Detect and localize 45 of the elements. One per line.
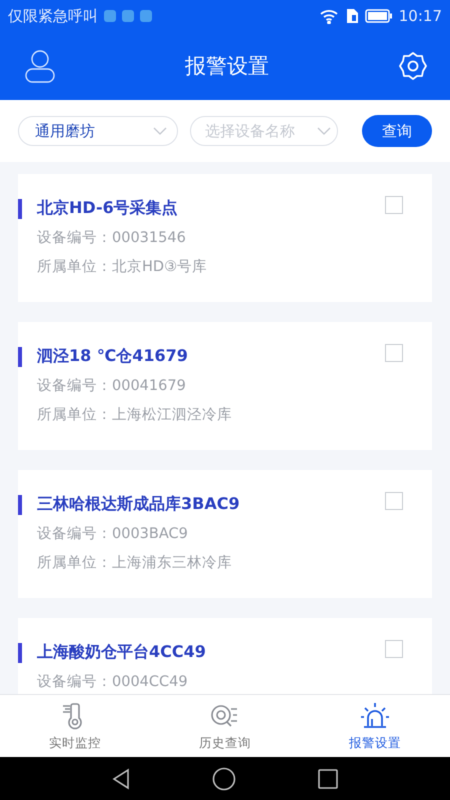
notification-icon: [140, 10, 152, 22]
device-name: 三林哈根达斯成品库3BAC9: [37, 494, 240, 515]
checkbox[interactable]: [385, 640, 403, 658]
checkbox[interactable]: [385, 492, 403, 510]
device-card[interactable]: 三林哈根达斯成品库3BAC9 设备编号：0003BAC9 所属单位：上海浦东三林冷库: [18, 470, 432, 598]
sim-card-icon: [344, 8, 359, 24]
device-card[interactable]: 泗泾18 ℃仓41679 设备编号：00041679 所属单位：上海松江泗泾冷库: [18, 322, 432, 450]
device-name: 北京HD-6号采集点: [37, 198, 178, 219]
clock-text: 10:17: [398, 7, 442, 25]
device-name: 泗泾18 ℃仓41679: [37, 346, 188, 367]
accent-bar: [18, 346, 22, 366]
settings-icon[interactable]: [398, 51, 428, 81]
chevron-down-icon: [317, 127, 331, 135]
query-button[interactable]: 查询: [362, 115, 432, 147]
device-detail: 设备编号：0004CC49: [37, 673, 189, 692]
device-card[interactable]: 北京HD-6号采集点 设备编号：00031546 所属单位：北京HD③号库: [18, 174, 432, 302]
category-dropdown[interactable]: 通用磨坊: [18, 116, 178, 146]
home-icon[interactable]: [212, 766, 236, 790]
device-detail: 所属单位：上海松江泗泾冷库: [37, 406, 233, 425]
checkbox[interactable]: [385, 196, 403, 214]
notification-icon: [104, 10, 116, 22]
carrier-text: 仅限紧急呼叫: [8, 6, 98, 26]
accent-bar: [18, 494, 22, 514]
checkbox[interactable]: [385, 344, 403, 362]
battery-icon: [364, 9, 393, 23]
recents-icon[interactable]: [317, 768, 340, 790]
device-detail: 设备编号：0003BAC9: [37, 525, 189, 544]
chevron-down-icon: [153, 127, 167, 135]
back-icon[interactable]: [110, 768, 131, 790]
accent-bar: [18, 198, 22, 218]
device-detail: 所属单位：上海浦东三林冷库: [37, 554, 233, 573]
accent-bar: [18, 642, 22, 662]
wifi-icon: [318, 8, 339, 24]
device-detail: 设备编号：00041679: [37, 377, 187, 396]
device-detail: 设备编号：00031546: [37, 229, 187, 248]
page-title: 报警设置: [185, 53, 269, 80]
device-card[interactable]: 上海酸奶仓平台4CC49 设备编号：0004CC49: [18, 618, 432, 694]
user-icon[interactable]: [24, 49, 56, 83]
device-detail: 所属单位：北京HD③号库: [37, 258, 208, 277]
alarm-light-icon: [359, 700, 391, 730]
tab[interactable]: 报警设置: [300, 695, 450, 757]
tab[interactable]: 历史查询: [150, 695, 300, 757]
notification-icon: [122, 10, 134, 22]
device-name: 上海酸奶仓平台4CC49: [37, 642, 206, 663]
tab[interactable]: 实时监控: [0, 695, 150, 757]
